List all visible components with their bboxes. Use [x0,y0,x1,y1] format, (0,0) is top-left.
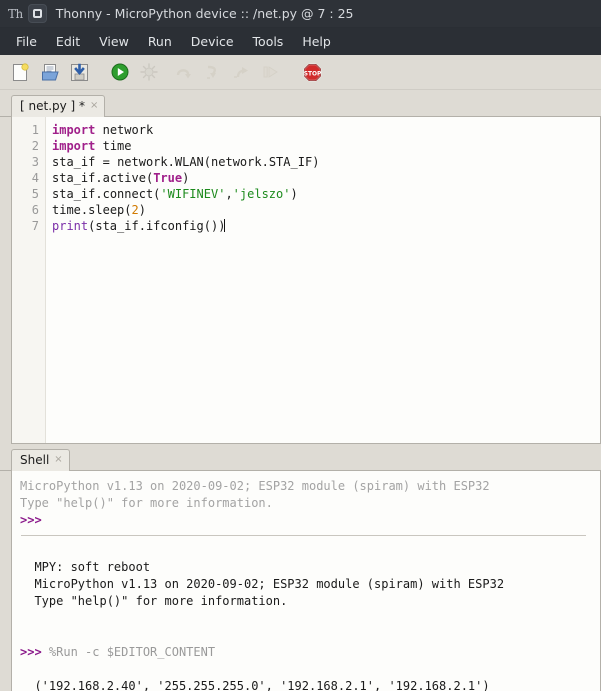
window-title: Thonny - MicroPython device :: /net.py @… [55,6,354,21]
code-line: sta_if.active(True) [52,171,190,185]
line-number: 4 [31,171,39,185]
code-line: sta_if = network.WLAN(network.STA_IF) [52,155,320,169]
shell-output-line: MPY: soft reboot [20,560,151,574]
editor-tab-label: [ net.py ] * [20,99,86,113]
shell-command-line: >>> %Run -c $EDITOR_CONTENT [20,644,600,661]
shell-output-line: MicroPython v1.13 on 2020-09-02; ESP32 m… [20,577,505,591]
prompt-glyph: >>> [20,513,42,527]
shell-tab[interactable]: Shell × [11,449,70,471]
shell-tab-label: Shell [20,453,50,467]
code-line: import time [52,139,132,153]
code-line: import network [52,123,154,137]
shell-output[interactable]: MicroPython v1.13 on 2020-09-02; ESP32 m… [11,471,601,691]
open-file-glyph [41,63,59,80]
stop-glyph: STOP [303,63,321,81]
step-out-icon [231,60,253,84]
line-number: 5 [31,187,39,201]
editor-panel: [ net.py ] * × 1 2 3 4 5 6 7 import netw… [0,90,601,445]
code-text[interactable]: import network import time sta_if = networ… [46,117,600,443]
shell-blank-line [20,627,600,644]
menu-tools[interactable]: Tools [245,31,292,52]
menu-edit[interactable]: Edit [48,31,88,52]
code-line: print(sta_if.ifconfig()) [52,219,226,233]
menu-help[interactable]: Help [294,31,339,52]
step-into-icon [202,60,224,84]
code-line: time.sleep(2) [52,203,146,217]
line-number: 7 [31,219,39,233]
text-cursor [224,219,226,232]
save-file-glyph [70,63,88,81]
menu-device[interactable]: Device [183,31,242,52]
save-file-icon[interactable] [68,60,90,84]
editor-tabstrip: [ net.py ] * × [0,95,601,117]
shell-output-line: ('192.168.2.40', '255.255.255.0', '192.1… [20,679,490,691]
thonny-logo-icon[interactable] [27,4,47,23]
line-number: 1 [31,123,39,137]
prompt-glyph: >>> [20,645,49,659]
run-glyph [111,63,129,81]
menu-run[interactable]: Run [140,31,180,52]
new-file-icon[interactable] [10,60,32,84]
step-out-glyph [234,67,248,78]
shell-command-text: %Run -c $EDITOR_CONTENT [48,645,216,659]
code-line: sta_if.connect('WIFINEV','jelszo') [52,187,298,201]
line-number: 3 [31,155,39,169]
line-number: 2 [31,139,39,153]
thonny-wordmark-icon: Th [8,6,23,21]
menu-file[interactable]: File [8,31,45,52]
run-icon[interactable] [109,60,131,84]
shell-panel: Shell × MicroPython v1.13 on 2020-09-02;… [0,445,601,691]
stop-icon[interactable]: STOP [301,60,323,84]
toolbar: STOP [0,55,601,90]
open-file-icon[interactable] [39,60,61,84]
new-file-glyph [13,62,29,81]
debug-glyph [140,63,158,81]
window-titlebar: Th Thonny - MicroPython device :: /net.p… [0,0,601,28]
shell-output-line: Type "help()" for more information. [20,594,288,608]
debug-icon [138,60,160,84]
shell-blank-line [20,542,600,559]
resume-glyph [263,66,278,78]
shell-tabstrip: Shell × [0,449,601,471]
resume-icon [260,60,282,84]
line-number: 6 [31,203,39,217]
line-number-gutter: 1 2 3 4 5 6 7 [12,117,46,443]
shell-separator [21,535,586,536]
shell-blank-line [20,610,600,627]
svg-text:STOP: STOP [303,71,321,77]
shell-banner-line: Type "help()" for more information. [20,496,273,510]
step-into-glyph [207,65,217,79]
menubar: File Edit View Run Device Tools Help [0,28,601,55]
menu-view[interactable]: View [91,31,137,52]
code-editor[interactable]: 1 2 3 4 5 6 7 import network import time s… [11,117,601,444]
close-icon[interactable]: × [54,455,62,465]
shell-prompt: >>> [20,512,600,529]
close-icon[interactable]: × [90,101,98,111]
step-over-icon [173,60,195,84]
step-over-glyph [176,69,191,79]
shell-banner-line: MicroPython v1.13 on 2020-09-02; ESP32 m… [20,479,490,493]
editor-tab-net-py[interactable]: [ net.py ] * × [11,95,106,117]
thonny-ring-shape [32,9,42,18]
shell-blank-line [20,661,600,678]
